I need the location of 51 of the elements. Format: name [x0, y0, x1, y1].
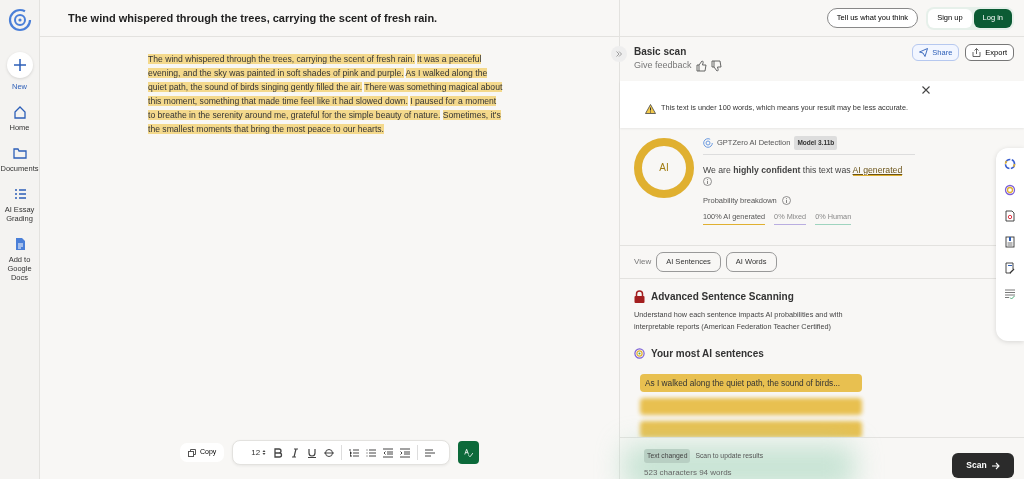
section-title: Advanced Sentence Scanning — [651, 290, 794, 304]
ring-label: AI — [659, 163, 669, 173]
bold-icon[interactable] — [273, 447, 284, 458]
target-icon[interactable] — [1004, 184, 1016, 196]
thumbs-up-icon[interactable] — [695, 59, 707, 72]
document-icon[interactable] — [1004, 236, 1016, 248]
underline-icon[interactable] — [307, 447, 318, 458]
info-icon — [781, 195, 791, 205]
folder-icon — [12, 146, 27, 160]
sentence-chip: As I walked along the quiet path, the sound of birds... — [640, 374, 862, 393]
score-ring — [634, 138, 694, 198]
scan-title: Basic scan — [634, 45, 688, 59]
strikethrough-icon[interactable] — [324, 447, 335, 458]
home-icon — [12, 105, 27, 119]
document-search-icon[interactable] — [1004, 210, 1016, 222]
send-icon — [919, 48, 929, 57]
highlighted-sentence: The wind whispered through the trees, carrying the scent of fresh rain. — [148, 54, 415, 64]
verdict-link[interactable]: AI generated — [852, 164, 903, 176]
view-label: View — [634, 256, 652, 268]
plus-icon — [12, 58, 27, 72]
lock-icon — [634, 290, 645, 303]
numbered-list-icon[interactable] — [349, 447, 360, 458]
scan-button[interactable]: Scan — [952, 453, 1014, 478]
checklist-icon — [12, 187, 27, 201]
grammar-check-button[interactable] — [458, 441, 480, 464]
stepper-icon — [262, 449, 267, 456]
close-icon[interactable] — [922, 86, 930, 94]
feedback-label: Give feedback — [634, 59, 692, 72]
upload-icon — [972, 48, 982, 57]
checklist-icon[interactable] — [1004, 288, 1016, 300]
detector-icon[interactable] — [1004, 158, 1016, 170]
indent-icon[interactable] — [400, 447, 411, 458]
spellcheck-icon — [464, 446, 474, 459]
logo-icon — [634, 348, 645, 359]
align-left-icon[interactable] — [425, 447, 436, 458]
edit-document-icon[interactable] — [1004, 262, 1016, 274]
arrow-right-icon — [991, 461, 1000, 470]
document-title: The wind whispered through the trees, carrying the scent of fresh rain. — [68, 10, 438, 26]
thumbs-down-icon[interactable] — [710, 59, 722, 72]
verdict-text: We are highly confident this text was AI generated — [703, 163, 904, 177]
outdent-icon[interactable] — [383, 447, 394, 458]
info-icon — [703, 176, 712, 186]
warning-icon — [645, 104, 656, 114]
section-title: Your most AI sentences — [651, 347, 764, 361]
logo-icon — [703, 137, 713, 148]
word-count: 523 characters 94 words — [644, 467, 733, 479]
copy-icon — [188, 448, 196, 457]
logo-icon — [7, 8, 32, 32]
font-size-select[interactable]: 12 — [251, 448, 267, 457]
italic-icon[interactable] — [290, 447, 301, 458]
bullet-list-icon[interactable] — [366, 447, 377, 458]
